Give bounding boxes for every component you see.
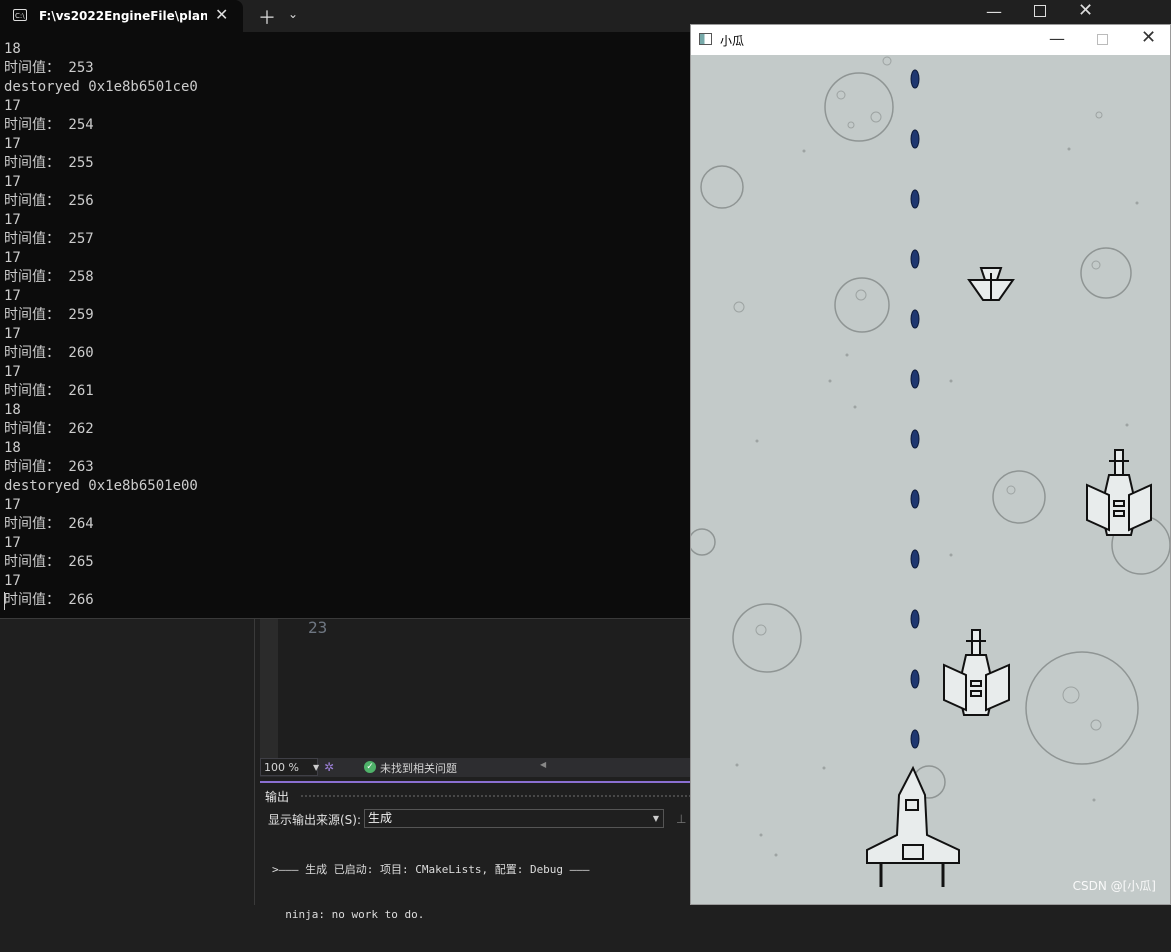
bullet xyxy=(910,129,920,149)
console-line: 18 xyxy=(4,41,21,57)
intellicode-icon[interactable]: ✲ xyxy=(324,760,336,774)
output-source-value: 生成 xyxy=(368,811,393,825)
console-line: 17 xyxy=(4,573,21,589)
console-line: destoryed 0x1e8b6501ce0 xyxy=(4,79,198,95)
text-cursor xyxy=(4,592,5,610)
clear-output-icon[interactable]: ⊥ xyxy=(676,812,686,826)
minimize-icon[interactable]: — xyxy=(1049,29,1065,48)
watermark: CSDN @[小瓜] xyxy=(1072,879,1156,893)
console-line: 17 xyxy=(4,136,21,152)
terminal-icon: C:\ xyxy=(13,9,27,21)
bullet xyxy=(910,69,920,89)
solution-explorer-panel xyxy=(0,618,255,905)
bullet xyxy=(910,429,920,449)
asteroid xyxy=(700,165,744,209)
output-line: ninja: no work to do. xyxy=(272,908,425,921)
console-line: 17 xyxy=(4,326,21,342)
visual-studio-background: 23 100 % ▼ ✲ ✓ 未找到相关问题 ◀ 输出 显示输出来源(S): 生成… xyxy=(0,618,690,921)
close-tab-icon[interactable]: ✕ xyxy=(215,5,228,24)
maximize-icon[interactable] xyxy=(1097,34,1108,45)
chevron-down-icon[interactable]: ⌄ xyxy=(288,7,298,21)
game-title: 小瓜 xyxy=(720,34,745,48)
console-line: 17 xyxy=(4,98,21,114)
console-line: 17 xyxy=(4,250,21,266)
bullet xyxy=(910,729,920,749)
output-panel-title: 输出 xyxy=(265,790,290,804)
console-line: 时间值： 255 xyxy=(4,155,94,171)
console-line: 时间值： 262 xyxy=(4,421,94,437)
enemy-plane xyxy=(943,629,1010,716)
terminal-tab-title: F:\vs2022EngineFile\planeGar xyxy=(39,9,207,23)
new-tab-icon[interactable]: ＋ xyxy=(258,4,276,30)
editor-gutter xyxy=(260,618,278,758)
code-editor[interactable]: 23 xyxy=(260,618,690,758)
chevron-down-icon: ▼ xyxy=(313,763,320,772)
game-window[interactable]: 小瓜 — ✕ CSDN @[小瓜] xyxy=(690,24,1171,905)
console-line: 时间值： 265 xyxy=(4,554,94,570)
console-line: 时间值： 263 xyxy=(4,459,94,475)
terminal-tab[interactable]: C:\ F:\vs2022EngineFile\planeGar ✕ xyxy=(0,0,243,32)
asteroid xyxy=(992,470,1046,524)
minimize-icon[interactable]: — xyxy=(986,2,1002,21)
bullet xyxy=(910,489,920,509)
close-icon[interactable]: ✕ xyxy=(1141,27,1156,48)
maximize-icon[interactable] xyxy=(1034,5,1046,17)
chevron-down-icon: ▼ xyxy=(652,814,659,823)
panel-grip[interactable] xyxy=(300,794,690,798)
console-line: 时间值： 256 xyxy=(4,193,94,209)
zoom-select[interactable]: 100 % ▼ xyxy=(260,758,320,776)
console-line: 时间值： 261 xyxy=(4,383,94,399)
console-line: 时间值： 259 xyxy=(4,307,94,323)
bullet xyxy=(910,309,920,329)
game-titlebar[interactable]: 小瓜 — ✕ xyxy=(691,25,1170,55)
console-output: 18 时间值： 253 destoryed 0x1e8b6501ce0 17 时间值： … xyxy=(4,40,198,610)
asteroid xyxy=(1080,247,1132,299)
console-line: 时间值： 253 xyxy=(4,60,94,76)
console-line: 时间值： 254 xyxy=(4,117,94,133)
enemy-plane-small xyxy=(967,267,1015,301)
asteroid xyxy=(691,528,716,556)
asteroid xyxy=(834,277,890,333)
asteroid xyxy=(732,603,802,673)
bullet xyxy=(910,669,920,689)
output-source-select[interactable]: 生成 ▼ xyxy=(364,809,664,828)
console-line: 18 xyxy=(4,440,21,456)
check-circle-icon[interactable]: ✓ xyxy=(364,761,376,773)
console-line: 时间值： 266 xyxy=(4,592,94,608)
console-line: 17 xyxy=(4,174,21,190)
console-line: destoryed 0x1e8b6501e00 xyxy=(4,478,198,494)
app-icon xyxy=(699,33,712,45)
output-source-label: 显示输出来源(S): xyxy=(268,813,362,827)
console-window[interactable]: 18 时间值： 253 destoryed 0x1e8b6501ce0 17 时间值： … xyxy=(0,32,690,619)
bullet xyxy=(910,189,920,209)
game-canvas[interactable]: CSDN @[小瓜] xyxy=(691,55,1170,904)
editor-status-bar: 100 % ▼ ✲ ✓ 未找到相关问题 ◀ xyxy=(260,758,690,777)
issues-status[interactable]: 未找到相关问题 xyxy=(380,760,457,776)
console-line: 17 xyxy=(4,535,21,551)
console-line: 时间值： 264 xyxy=(4,516,94,532)
close-icon[interactable]: ✕ xyxy=(1078,0,1093,21)
bullet xyxy=(910,249,920,269)
asteroid xyxy=(824,72,894,142)
output-line: >——— 生成 已启动: 项目: CMakeLists, 配置: Debug —… xyxy=(272,863,590,876)
bullet xyxy=(910,609,920,629)
game-scene xyxy=(691,56,1170,887)
bullet xyxy=(910,369,920,389)
console-line: 时间值： 260 xyxy=(4,345,94,361)
console-line: 17 xyxy=(4,212,21,228)
console-line: 17 xyxy=(4,364,21,380)
bullet xyxy=(910,549,920,569)
scroll-left-icon[interactable]: ◀ xyxy=(540,760,546,769)
console-line: 时间值： 257 xyxy=(4,231,94,247)
enemy-plane xyxy=(1086,449,1152,536)
output-text: >——— 生成 已启动: 项目: CMakeLists, 配置: Debug —… xyxy=(272,832,590,952)
console-line: 18 xyxy=(4,402,21,418)
console-line: 17 xyxy=(4,497,21,513)
zoom-value: 100 % xyxy=(264,761,299,774)
line-number: 23 xyxy=(308,618,328,637)
asteroid xyxy=(1025,651,1139,765)
console-line: 17 xyxy=(4,288,21,304)
console-line: 时间值： 258 xyxy=(4,269,94,285)
panel-accent-line xyxy=(260,781,690,783)
